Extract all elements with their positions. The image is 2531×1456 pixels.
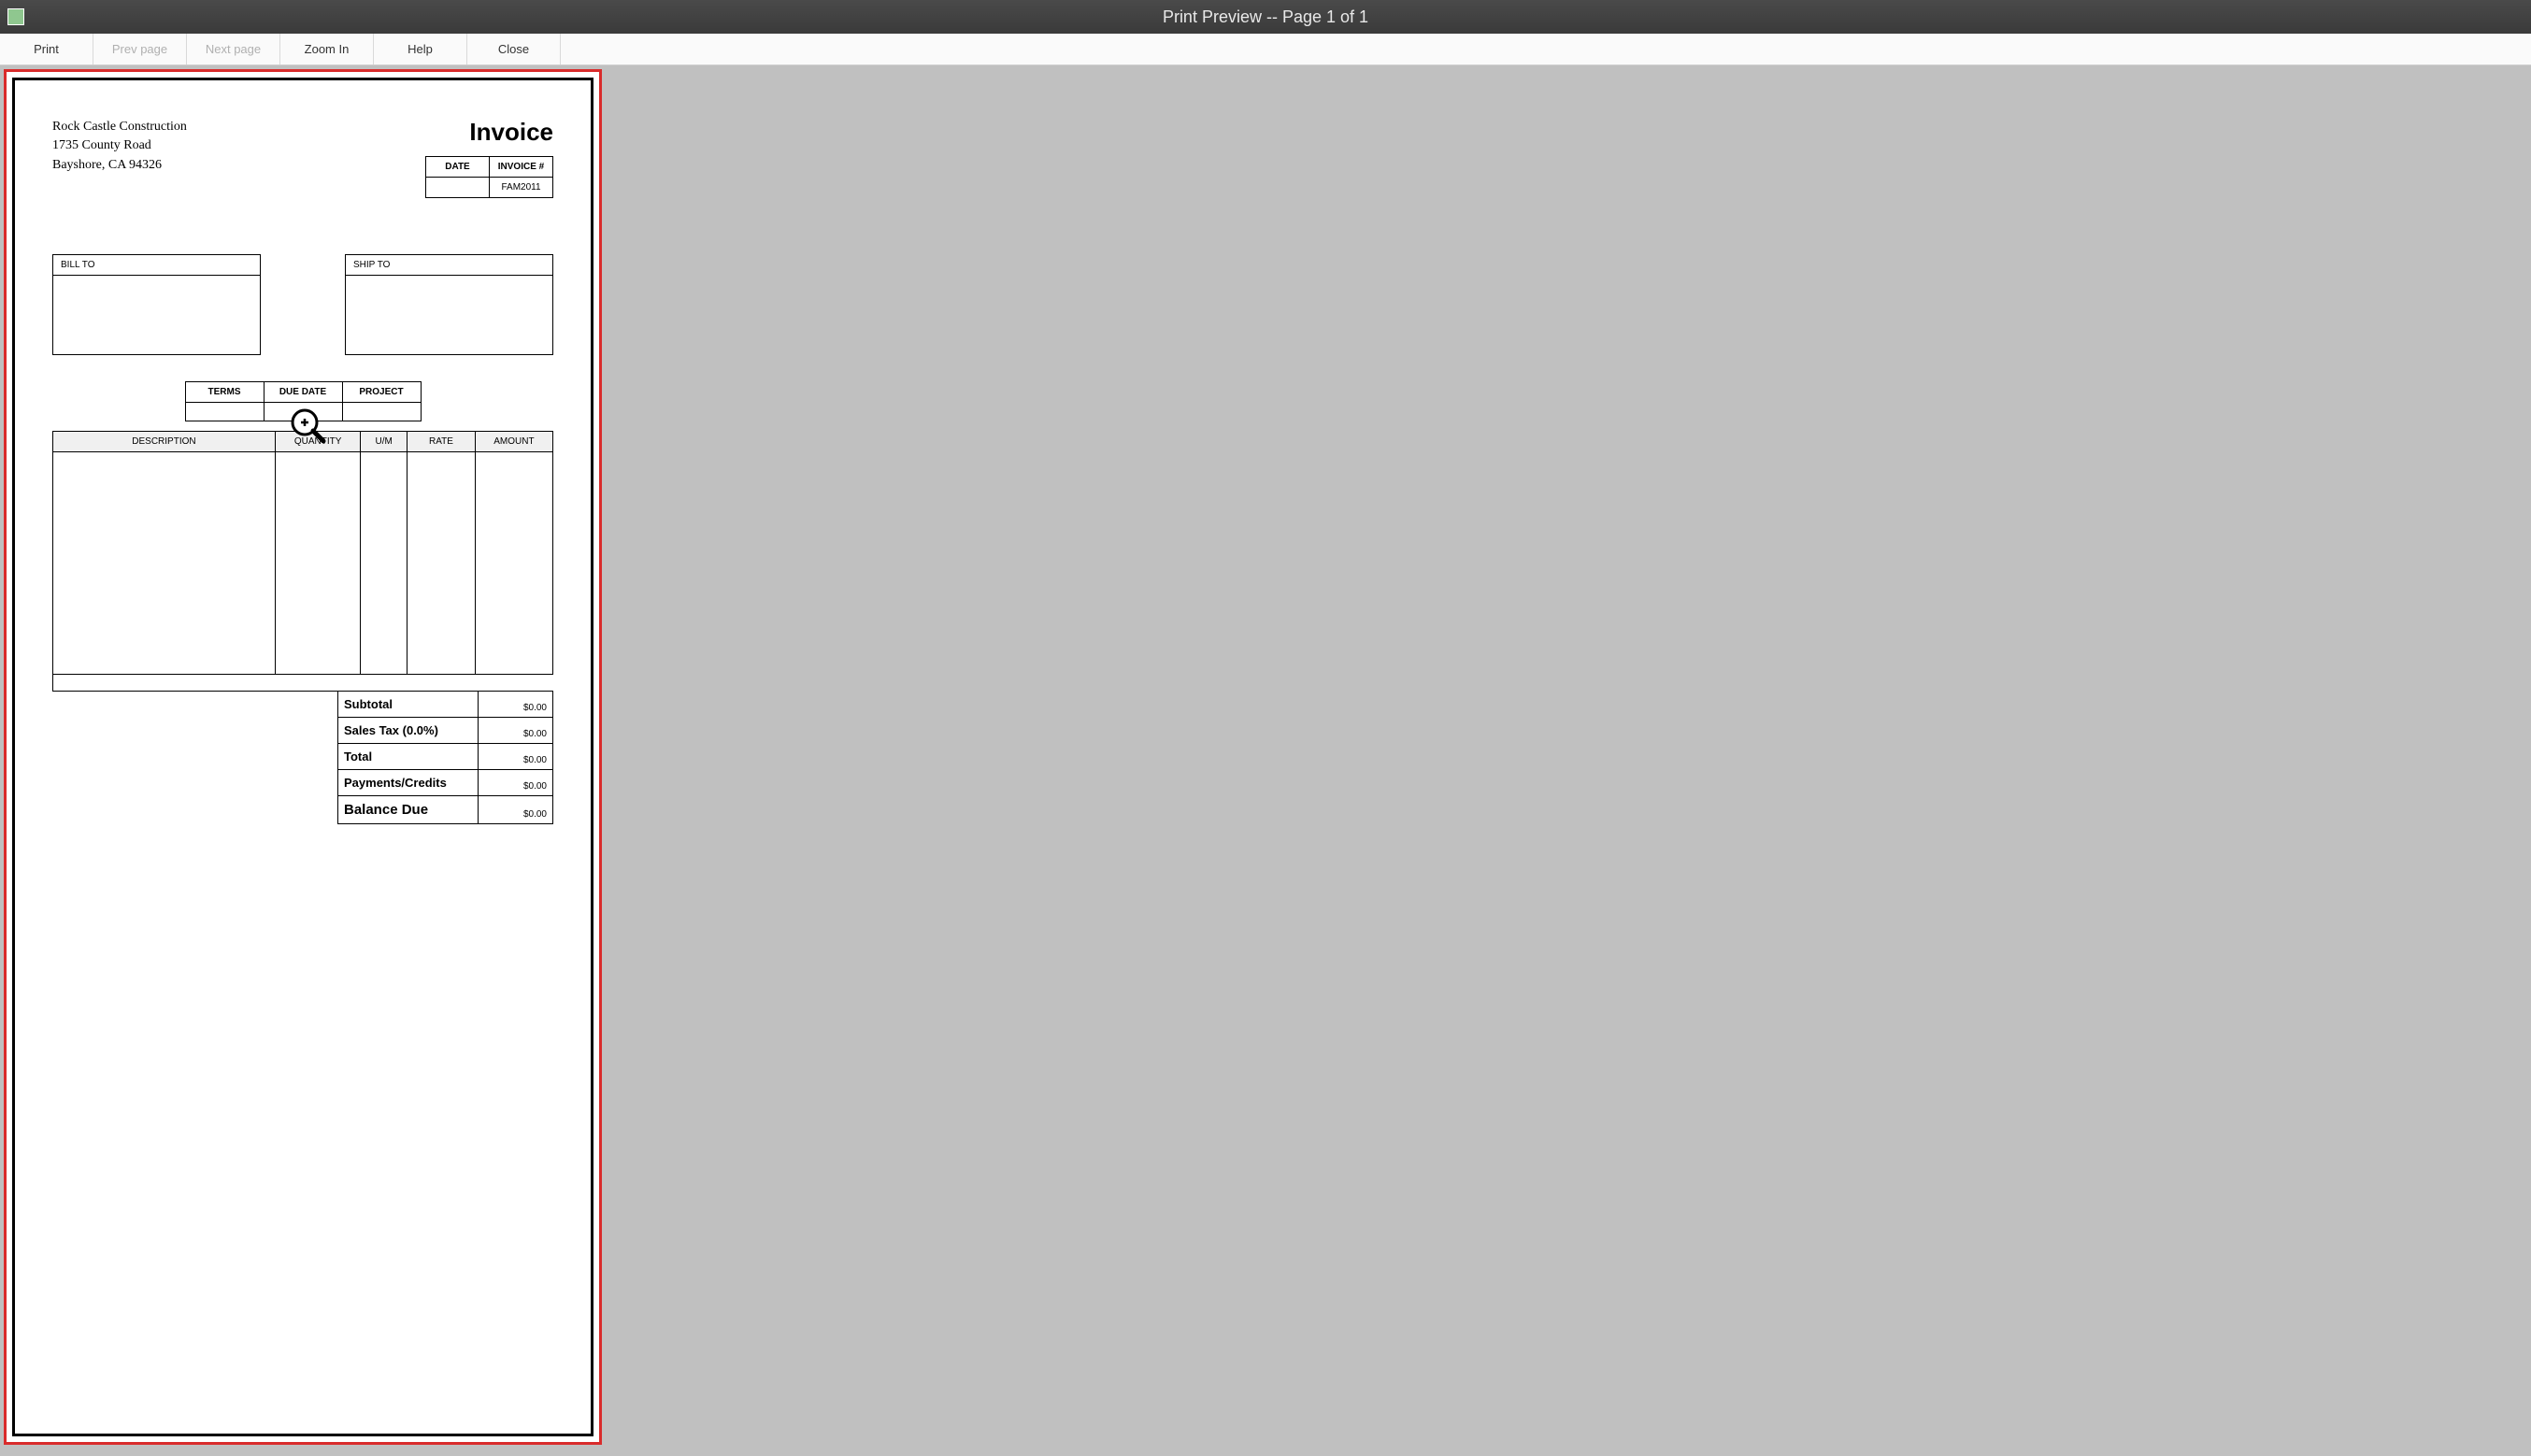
terms-table: TERMS DUE DATE PROJECT xyxy=(185,381,422,421)
total-value: $0.00 xyxy=(479,743,553,769)
col-amount: AMOUNT xyxy=(475,431,552,451)
due-date-value xyxy=(264,402,342,421)
bill-to-box: BILL TO xyxy=(52,254,261,355)
invoice-title: Invoice xyxy=(425,118,553,147)
line-items-table: DESCRIPTION QUANTITY U/M RATE AMOUNT xyxy=(52,431,553,692)
invoice-meta-table: DATE INVOICE # FAM2011 xyxy=(425,156,553,198)
meta-number-value: FAM2011 xyxy=(490,178,553,198)
totals-table: Subtotal $0.00 Sales Tax (0.0%) $0.00 To… xyxy=(337,691,553,824)
totals-row-payments: Payments/Credits $0.00 xyxy=(338,769,553,795)
window-titlebar: Print Preview -- Page 1 of 1 xyxy=(0,0,2531,34)
subtotal-value: $0.00 xyxy=(479,691,553,717)
address-row: BILL TO SHIP TO xyxy=(52,254,553,355)
ship-to-box: SHIP TO xyxy=(345,254,553,355)
items-amount-cell xyxy=(475,451,552,674)
project-header: PROJECT xyxy=(342,381,421,402)
totals-row-total: Total $0.00 xyxy=(338,743,553,769)
items-body-row xyxy=(53,451,553,674)
payments-value: $0.00 xyxy=(479,769,553,795)
invoice-header: Invoice DATE INVOICE # FAM2011 xyxy=(425,118,553,198)
help-button[interactable]: Help xyxy=(374,34,467,64)
due-date-header: DUE DATE xyxy=(264,381,342,402)
items-description-cell xyxy=(53,451,276,674)
next-page-button: Next page xyxy=(187,34,280,64)
total-label: Total xyxy=(338,743,479,769)
totals-row-tax: Sales Tax (0.0%) $0.00 xyxy=(338,717,553,743)
ship-to-body xyxy=(345,276,553,355)
close-button[interactable]: Close xyxy=(467,34,561,64)
col-quantity: QUANTITY xyxy=(275,431,360,451)
toolbar: Print Prev page Next page Zoom In Help C… xyxy=(0,34,2531,65)
totals-row-balance: Balance Due $0.00 xyxy=(338,795,553,823)
page-selection-outline: Rock Castle Construction 1735 County Roa… xyxy=(4,69,602,1445)
preview-canvas[interactable]: Rock Castle Construction 1735 County Roa… xyxy=(0,65,2531,1456)
prev-page-button: Prev page xyxy=(93,34,187,64)
items-rate-cell xyxy=(408,451,476,674)
tax-value: $0.00 xyxy=(479,717,553,743)
col-description: DESCRIPTION xyxy=(53,431,276,451)
bill-to-body xyxy=(52,276,261,355)
payments-label: Payments/Credits xyxy=(338,769,479,795)
window-title: Print Preview -- Page 1 of 1 xyxy=(1163,7,1368,27)
print-button[interactable]: Print xyxy=(0,34,93,64)
meta-number-label: INVOICE # xyxy=(490,157,553,178)
meta-date-value xyxy=(426,178,490,198)
items-foot-row xyxy=(53,674,553,691)
meta-date-label: DATE xyxy=(426,157,490,178)
invoice-page: Rock Castle Construction 1735 County Roa… xyxy=(12,78,593,1436)
terms-header: TERMS xyxy=(185,381,264,402)
items-quantity-cell xyxy=(275,451,360,674)
zoom-in-button[interactable]: Zoom In xyxy=(280,34,374,64)
items-um-cell xyxy=(361,451,408,674)
col-rate: RATE xyxy=(408,431,476,451)
balance-value: $0.00 xyxy=(479,795,553,823)
bill-to-label: BILL TO xyxy=(52,254,261,276)
tax-label: Sales Tax (0.0%) xyxy=(338,717,479,743)
terms-row: TERMS DUE DATE PROJECT xyxy=(52,381,553,421)
terms-value xyxy=(185,402,264,421)
col-um: U/M xyxy=(361,431,408,451)
project-value xyxy=(342,402,421,421)
totals-row-subtotal: Subtotal $0.00 xyxy=(338,691,553,717)
app-icon xyxy=(7,8,24,25)
ship-to-label: SHIP TO xyxy=(345,254,553,276)
balance-label: Balance Due xyxy=(338,795,479,823)
subtotal-label: Subtotal xyxy=(338,691,479,717)
